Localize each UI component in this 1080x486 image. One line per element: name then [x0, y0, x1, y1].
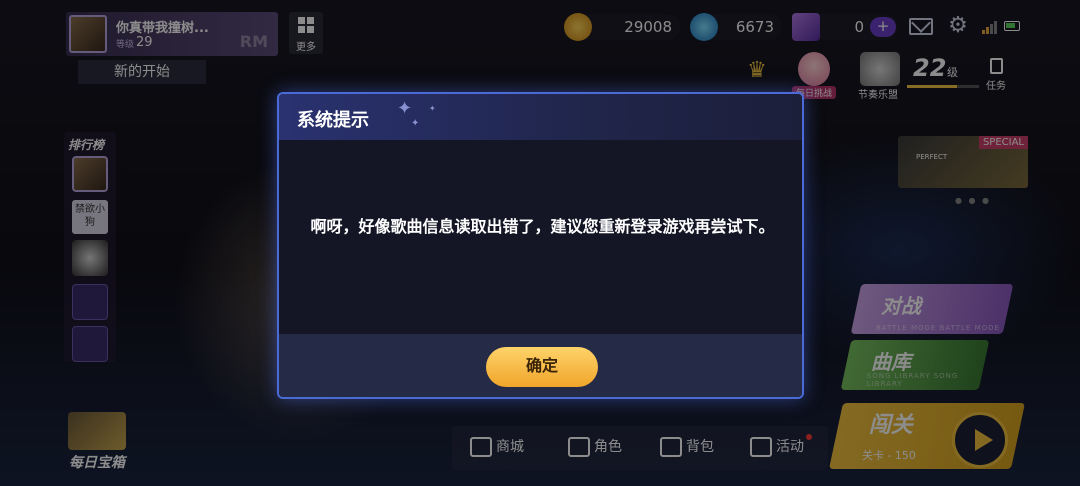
dialog-title: 系统提示: [297, 110, 369, 131]
dialog-footer: 确定: [279, 334, 802, 397]
confirm-button[interactable]: 确定: [486, 347, 598, 387]
system-dialog: 系统提示 ✦ ✦ ✦ 啊呀，好像歌曲信息读取出错了，建议您重新登录游戏再尝试下。…: [277, 92, 804, 399]
sparkle-icon: ✦: [411, 118, 420, 129]
sparkle-icon: ✦: [429, 104, 436, 113]
dialog-message: 啊呀，好像歌曲信息读取出错了，建议您重新登录游戏再尝试下。: [310, 217, 775, 236]
sparkle-icon: ✦: [397, 98, 413, 119]
dialog-header: 系统提示 ✦ ✦ ✦: [279, 94, 802, 140]
